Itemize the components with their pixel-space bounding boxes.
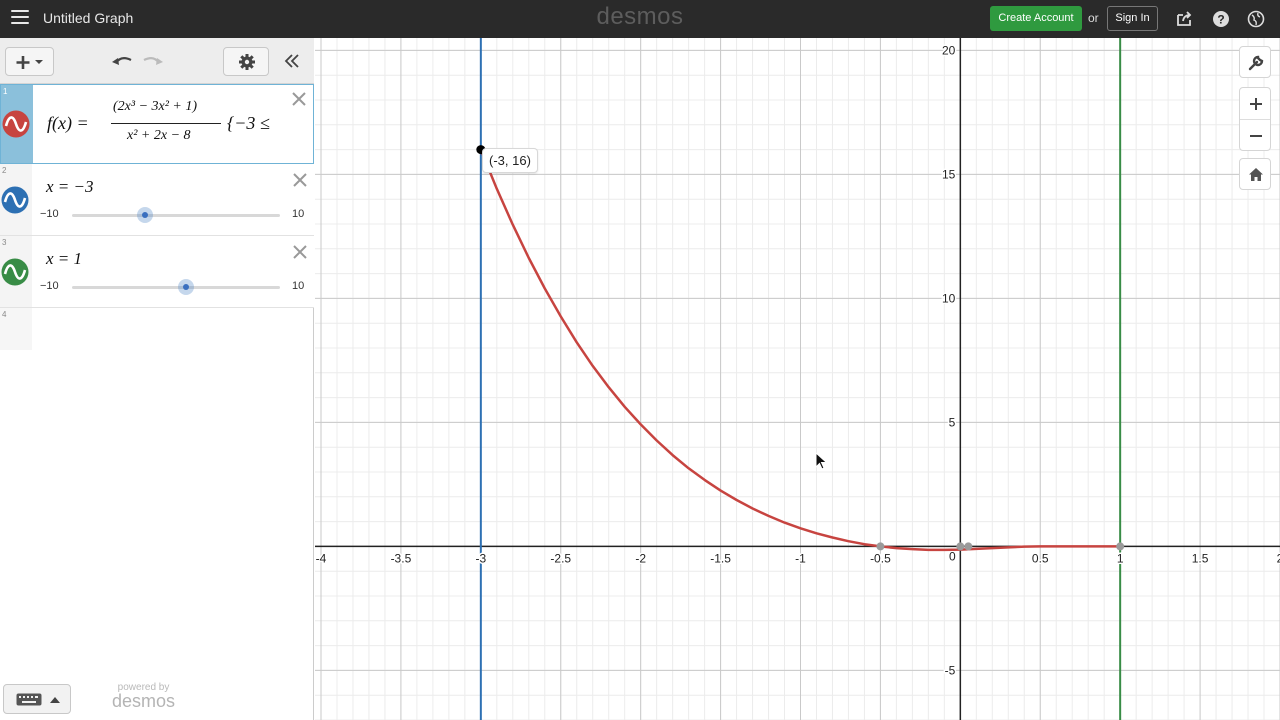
y-tick-label: -5 bbox=[945, 663, 956, 677]
mouse-cursor bbox=[815, 451, 828, 470]
expression-formula[interactable]: f(x) = (2x³ − 3x² + 1) x² + 2x − 8 {−3 ≤ bbox=[47, 97, 287, 153]
slider-min-label[interactable]: −10 bbox=[40, 208, 59, 220]
or-label: or bbox=[1088, 11, 1099, 25]
powered-by-brand: desmos bbox=[112, 691, 176, 711]
graph-color-icon[interactable] bbox=[1, 258, 29, 286]
add-item-button[interactable] bbox=[5, 47, 54, 76]
slider-track[interactable] bbox=[72, 207, 280, 223]
expression-row-3[interactable]: 3 x = 1 −10 10 bbox=[0, 236, 314, 308]
slider-handle[interactable] bbox=[178, 279, 195, 295]
y-tick-label: 20 bbox=[942, 43, 956, 57]
x-tick-label: -1 bbox=[795, 551, 806, 565]
x-tick-label: 1 bbox=[1117, 551, 1124, 565]
zoom-in-icon[interactable] bbox=[1249, 97, 1263, 111]
domain-restriction: {−3 ≤ bbox=[227, 113, 270, 133]
home-icon bbox=[1249, 168, 1263, 181]
point-coordinate-label[interactable]: (-3, 16) bbox=[482, 148, 538, 173]
settings-button[interactable] bbox=[223, 47, 269, 76]
x-tick-label: -2 bbox=[635, 551, 646, 565]
gear-icon bbox=[239, 54, 255, 70]
y-tick-label: 15 bbox=[942, 167, 956, 181]
zoom-controls bbox=[1239, 87, 1271, 151]
expression-toolbar bbox=[0, 38, 314, 84]
keyboard-toggle-button[interactable] bbox=[3, 684, 71, 714]
expression-number: 1 bbox=[3, 87, 8, 96]
share-icon[interactable] bbox=[1175, 9, 1195, 29]
expression-number: 3 bbox=[2, 238, 7, 247]
delete-expression-icon[interactable] bbox=[292, 172, 308, 188]
plus-icon bbox=[16, 56, 43, 69]
sign-in-button[interactable]: Sign In bbox=[1107, 6, 1158, 31]
slider: −10 10 bbox=[40, 279, 308, 295]
zoom-divider bbox=[1240, 119, 1270, 120]
expression-row-1[interactable]: 1 f(x) = (2x³ − 3x² + 1) x² + 2x − 8 {−3… bbox=[0, 84, 314, 164]
x-tick-label: 1.5 bbox=[1192, 551, 1209, 565]
create-account-button[interactable]: Create Account bbox=[990, 6, 1082, 31]
undo-icon[interactable] bbox=[112, 54, 134, 68]
powered-by-desmos[interactable]: powered by desmos bbox=[112, 682, 175, 712]
y-tick-label: 10 bbox=[942, 291, 956, 305]
expression-sidebar: 3 bbox=[0, 236, 32, 307]
collapse-panel-icon[interactable] bbox=[284, 53, 300, 69]
delete-expression-icon[interactable] bbox=[291, 91, 307, 107]
graph-settings-button[interactable] bbox=[1239, 46, 1271, 78]
graph-color-icon[interactable] bbox=[1, 186, 29, 214]
graph-point bbox=[956, 542, 965, 551]
graph-svg[interactable]: -4-3.5-3-2.5-2-1.5-1-0.50.511.520-551015… bbox=[315, 38, 1280, 720]
expression-sidebar: 1 bbox=[1, 85, 33, 163]
expression-panel: 1 f(x) = (2x³ − 3x² + 1) x² + 2x − 8 {−3… bbox=[0, 38, 314, 720]
graph-point bbox=[876, 542, 885, 551]
caret-up-icon bbox=[50, 697, 60, 703]
slider-max-label[interactable]: 10 bbox=[292, 208, 304, 220]
graph-point bbox=[1116, 542, 1125, 551]
graph-color-icon[interactable] bbox=[2, 110, 30, 138]
expression-sidebar: 2 bbox=[0, 164, 32, 235]
function-name: f(x) = bbox=[47, 113, 89, 133]
slider-track[interactable] bbox=[72, 279, 280, 295]
slider: −10 10 bbox=[40, 207, 308, 223]
delete-expression-icon[interactable] bbox=[292, 244, 308, 260]
x-tick-label: 2 bbox=[1277, 551, 1280, 565]
default-viewport-button[interactable] bbox=[1239, 158, 1271, 190]
new-expression-row[interactable]: 4 bbox=[0, 308, 32, 350]
x-tick-label: -3.5 bbox=[391, 551, 412, 565]
slider-max-label[interactable]: 10 bbox=[292, 280, 304, 292]
x-tick-label: -1.5 bbox=[710, 551, 731, 565]
expression-formula[interactable]: x = 1 bbox=[46, 249, 82, 269]
fraction-bar bbox=[111, 123, 221, 124]
x-tick-label: -2.5 bbox=[550, 551, 571, 565]
keyboard-icon bbox=[16, 693, 42, 706]
graph-title[interactable]: Untitled Graph bbox=[43, 10, 133, 26]
y-tick-label: 5 bbox=[949, 415, 956, 429]
x-tick-label: -0.5 bbox=[870, 551, 891, 565]
x-tick-label: -3 bbox=[475, 551, 486, 565]
fraction-numerator: (2x³ − 3x² + 1) bbox=[113, 99, 198, 114]
expression-formula[interactable]: x = −3 bbox=[46, 177, 94, 197]
svg-text:?: ? bbox=[1217, 13, 1224, 27]
help-icon[interactable]: ? bbox=[1211, 9, 1231, 29]
zoom-out-icon[interactable] bbox=[1249, 129, 1263, 143]
slider-min-label[interactable]: −10 bbox=[40, 280, 59, 292]
fraction-denominator: x² + 2x − 8 bbox=[127, 128, 191, 143]
graph-point bbox=[964, 542, 973, 551]
slider-handle[interactable] bbox=[136, 207, 153, 223]
top-bar: Untitled Graph desmos Create Account or … bbox=[0, 0, 1280, 38]
redo-icon[interactable] bbox=[141, 54, 163, 68]
x-tick-label: 0 bbox=[949, 549, 956, 563]
wrench-icon bbox=[1248, 55, 1264, 71]
expression-row-2[interactable]: 2 x = −3 −10 10 bbox=[0, 164, 314, 236]
menu-icon[interactable] bbox=[11, 10, 29, 24]
graph-canvas[interactable]: -4-3.5-3-2.5-2-1.5-1-0.50.511.520-551015… bbox=[315, 38, 1280, 720]
x-tick-label: 0.5 bbox=[1032, 551, 1049, 565]
globe-icon[interactable] bbox=[1246, 9, 1266, 29]
x-tick-label: -4 bbox=[316, 551, 327, 565]
expression-number: 4 bbox=[2, 310, 7, 319]
expression-number: 2 bbox=[2, 166, 7, 175]
